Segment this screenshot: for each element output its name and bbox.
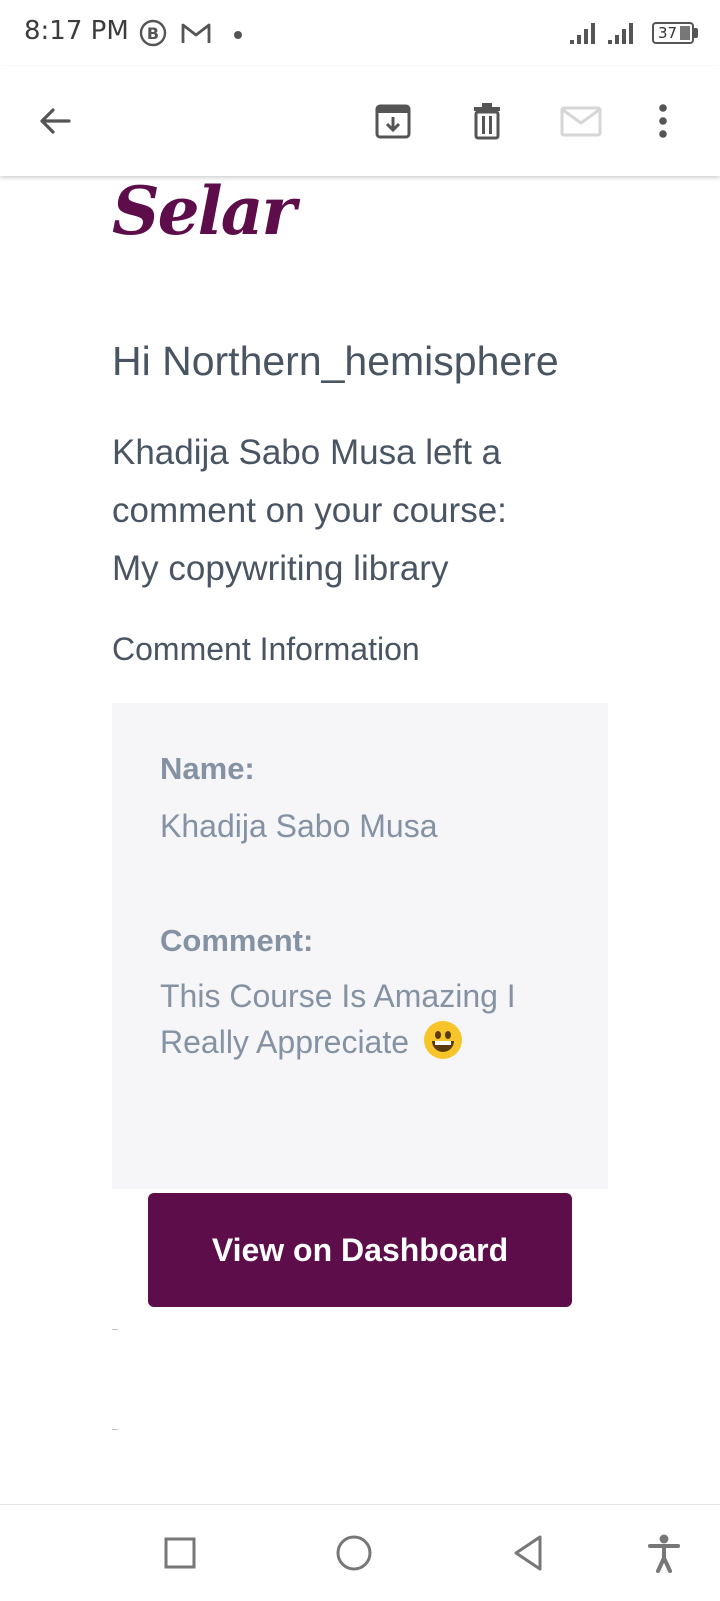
email-body: Selar Hi Northern_hemisphere Khadija Sab… [0, 176, 720, 1504]
name-label: Name: [160, 751, 255, 786]
svg-text:B: B [147, 24, 159, 43]
back-triangle-icon[interactable] [506, 1531, 550, 1575]
greeting-heading: Hi Northern_hemisphere [112, 338, 559, 384]
comment-value: This Course Is Amazing I Really Apprecia… [160, 973, 580, 1065]
status-time: 8:17 PM [24, 16, 129, 46]
view-on-dashboard-button[interactable]: View on Dashboard [148, 1193, 572, 1307]
course-name: My copywriting library [112, 549, 449, 588]
accessibility-icon[interactable] [642, 1531, 686, 1575]
divider [112, 1429, 118, 1430]
back-arrow-icon[interactable] [30, 96, 80, 146]
comment-text: Really Appreciate [160, 1024, 410, 1060]
selar-logo: Selar [112, 176, 296, 250]
dot-icon [232, 28, 244, 46]
intro-line: comment on your course: [112, 491, 507, 530]
intro-text: Khadija Sabo Musa left a comment on your… [112, 424, 612, 598]
section-title: Comment Information [112, 631, 420, 667]
signal-icon [606, 20, 640, 51]
name-value: Khadija Sabo Musa [160, 808, 438, 844]
b-circle-icon: B [138, 18, 168, 53]
comment-line: Really Appreciate [160, 1019, 580, 1065]
delete-icon[interactable] [462, 96, 512, 146]
battery-nub [694, 28, 698, 38]
grinning-face-emoji-icon [423, 1021, 462, 1059]
system-nav-bar [0, 1504, 720, 1601]
divider [112, 1329, 118, 1330]
comment-label: Comment: [160, 923, 314, 958]
battery-level: 37 [658, 24, 678, 42]
battery-icon: 37 [652, 22, 694, 44]
mark-unread-icon[interactable] [556, 96, 606, 146]
archive-icon[interactable] [368, 96, 418, 146]
signal-icon [568, 20, 602, 51]
comment-line: This Course Is Amazing I [160, 978, 516, 1014]
gmail-icon [180, 18, 212, 53]
home-circle-icon[interactable] [332, 1531, 376, 1575]
intro-line: Khadija Sabo Musa left a [112, 433, 502, 472]
comment-info-box: Name: Khadija Sabo Musa Comment: This Co… [112, 703, 608, 1189]
recents-square-icon[interactable] [158, 1531, 202, 1575]
status-bar: 8:17 PM B 37 [0, 0, 720, 66]
email-toolbar [0, 66, 720, 176]
more-vert-icon[interactable] [638, 96, 688, 146]
